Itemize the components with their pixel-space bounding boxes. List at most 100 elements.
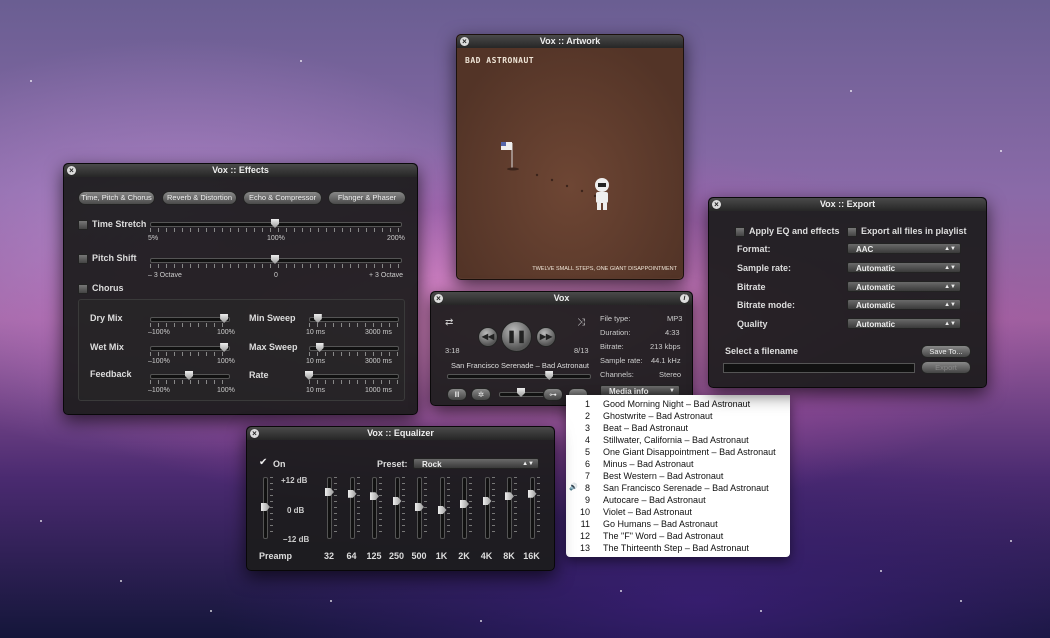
- preset-value: Rock: [422, 460, 442, 469]
- tab-echo-compressor[interactable]: Echo & Compressor: [243, 191, 322, 205]
- close-icon[interactable]: ×: [460, 37, 469, 46]
- chorus-checkbox[interactable]: [78, 284, 88, 294]
- eq-band-label: 16K: [523, 551, 540, 561]
- preset-label: Preset:: [377, 459, 408, 469]
- playlist-track-title: Good Morning Night – Bad Astronaut: [603, 399, 751, 409]
- playlist-track-number: 9: [584, 495, 590, 505]
- playlist-row[interactable]: 5 One Giant Disappointment – Bad Astronau…: [566, 446, 790, 458]
- playlist-track-number: 3: [584, 423, 590, 433]
- sample-rate-select[interactable]: Automatic ▲▼: [847, 262, 961, 273]
- export-all-checkbox[interactable]: [847, 227, 857, 237]
- apply-eq-label: Apply EQ and effects: [749, 226, 840, 236]
- repeat-icon[interactable]: ⇄: [445, 317, 453, 328]
- playlist-track-title: San Francisco Serenade – Bad Astronaut: [603, 483, 769, 493]
- eq-band-64-slider[interactable]: [347, 489, 357, 498]
- playlist-row[interactable]: 2 Ghostwrite – Bad Astronaut: [566, 410, 790, 422]
- info-label-file-type: File type:: [600, 314, 631, 323]
- eq-band-2K-slider[interactable]: [460, 500, 469, 508]
- pitch-shift-checkbox[interactable]: [78, 254, 88, 264]
- quality-select[interactable]: Automatic ▲▼: [847, 318, 961, 329]
- playlist-row[interactable]: 12 The "F" Word – Bad Astronaut: [566, 530, 790, 542]
- save-to-button[interactable]: Save To...: [921, 345, 971, 358]
- player-window: × Vox i ⇄ ⤨ ◀◀ ❚❚ ▶▶ 3:18 8/13 San Franc…: [430, 291, 693, 406]
- preset-select[interactable]: Rock ▲▼: [413, 458, 539, 469]
- playlist-row[interactable]: 1 Good Morning Night – Bad Astronaut: [566, 398, 790, 410]
- album-band-name: BAD ASTRONAUT: [465, 56, 535, 65]
- dry-mix-max: 100%: [217, 329, 235, 336]
- close-icon[interactable]: ×: [434, 294, 443, 303]
- eq-band-8K-slider[interactable]: [505, 492, 514, 501]
- playlist-track-number: 11: [580, 519, 590, 529]
- format-select[interactable]: AAC ▲▼: [847, 243, 961, 254]
- bitrate-mode-select[interactable]: Automatic ▲▼: [847, 299, 961, 310]
- eq-band-125-slider[interactable]: [370, 492, 379, 501]
- export-button[interactable]: Export: [921, 361, 971, 374]
- shuffle-icon[interactable]: ⤨: [577, 317, 585, 328]
- effects-title: Vox :: Effects: [212, 165, 269, 175]
- info-label-bitrate: Bitrate:: [600, 342, 624, 351]
- playlist-row[interactable]: 10 Violet – Bad Astronaut: [566, 506, 790, 518]
- time-stretch-checkbox[interactable]: [78, 220, 88, 230]
- eq-on-checkbox[interactable]: ✔: [259, 458, 268, 468]
- playlist-panel: 1 Good Morning Night – Bad Astronaut 2 Ghos…: [566, 395, 790, 557]
- close-icon[interactable]: ×: [712, 200, 721, 209]
- eq-band-label: 4K: [480, 551, 493, 561]
- wet-mix-max: 100%: [217, 358, 235, 365]
- info-icon[interactable]: i: [680, 294, 689, 303]
- bitrate-mode-label: Bitrate mode:: [737, 300, 796, 310]
- filename-field[interactable]: [723, 363, 915, 373]
- chevron-updown-icon: ▲▼: [522, 461, 534, 467]
- playlist-row[interactable]: 9 Autocare – Bad Astronaut: [566, 494, 790, 506]
- elapsed-time: 3:18: [445, 346, 460, 355]
- effects-window: × Vox :: Effects Time, Pitch & Chorus Re…: [63, 163, 418, 415]
- playlist-row[interactable]: 7 Best Western – Bad Astronaut: [566, 470, 790, 482]
- playlist-row[interactable]: 🔊 8 San Francisco Serenade – Bad Astronaut: [566, 482, 790, 494]
- eq-band-1K-slider[interactable]: [437, 506, 447, 514]
- playlist-track-number: 5: [584, 447, 590, 457]
- tab-reverb-distortion[interactable]: Reverb & Distortion: [162, 191, 237, 205]
- playlist-row[interactable]: 13 The Thirteenth Step – Bad Astronaut: [566, 542, 790, 554]
- playlist-row[interactable]: 6 Minus – Bad Astronaut: [566, 458, 790, 470]
- eq-band-16K-track: [529, 477, 535, 539]
- previous-button[interactable]: ◀◀: [478, 327, 498, 347]
- playlist-track-title: Best Western – Bad Astronaut: [603, 471, 724, 481]
- equalizer-titlebar[interactable]: × Vox :: Equalizer: [247, 427, 554, 440]
- sample-rate-label: Sample rate:: [737, 263, 792, 273]
- eq-band-label: 250: [388, 551, 405, 561]
- tab-flanger-phaser[interactable]: Flanger & Phaser: [328, 191, 406, 205]
- playlist-toggle-button[interactable]: Ⅲ: [447, 388, 467, 401]
- time-stretch-min: 5%: [148, 235, 159, 242]
- artwork-titlebar[interactable]: × Vox :: Artwork: [457, 35, 683, 48]
- playlist-track-title: Ghostwrite – Bad Astronaut: [603, 411, 713, 421]
- eq-band-label: 2K: [458, 551, 470, 561]
- effects-titlebar[interactable]: × Vox :: Effects: [64, 164, 417, 177]
- eq-band-32-slider[interactable]: [325, 488, 334, 496]
- next-button[interactable]: ▶▶: [536, 327, 556, 347]
- export-titlebar[interactable]: × Vox :: Export: [709, 198, 986, 211]
- playlist-row[interactable]: 4 Stillwater, California – Bad Astronaut: [566, 434, 790, 446]
- bitrate-select[interactable]: Automatic ▲▼: [847, 281, 961, 292]
- effects-toggle-button[interactable]: ⊶: [543, 388, 563, 401]
- info-value-channels: Stereo: [659, 370, 682, 379]
- close-icon[interactable]: ×: [250, 429, 259, 438]
- playlist-track-title: Go Humans – Bad Astronaut: [603, 519, 718, 529]
- max-sweep-label: Max Sweep: [249, 342, 298, 352]
- eq-band-250-slider[interactable]: [392, 497, 402, 505]
- eq-band-label: 64: [346, 551, 357, 561]
- playlist-track-title: Autocare – Bad Astronaut: [603, 495, 706, 505]
- player-titlebar[interactable]: × Vox i: [431, 292, 692, 305]
- eq-band-4K-slider[interactable]: [482, 497, 492, 505]
- eq-band-16K-slider[interactable]: [527, 489, 537, 498]
- close-icon[interactable]: ×: [67, 166, 76, 175]
- tab-time-pitch-chorus[interactable]: Time, Pitch & Chorus: [78, 191, 155, 205]
- chorus-label: Chorus: [92, 283, 124, 293]
- equalizer-toggle-button[interactable]: ✲: [471, 388, 491, 401]
- play-pause-button[interactable]: ❚❚: [501, 321, 532, 352]
- rate-max: 1000 ms: [365, 387, 392, 394]
- playlist-row[interactable]: 11 Go Humans – Bad Astronaut: [566, 518, 790, 530]
- eq-band-500-slider[interactable]: [415, 503, 424, 511]
- preamp-slider[interactable]: [261, 503, 270, 511]
- feedback-max: 100%: [217, 387, 235, 394]
- playlist-row[interactable]: 3 Beat – Bad Astronaut: [566, 422, 790, 434]
- apply-eq-checkbox[interactable]: [735, 227, 745, 237]
